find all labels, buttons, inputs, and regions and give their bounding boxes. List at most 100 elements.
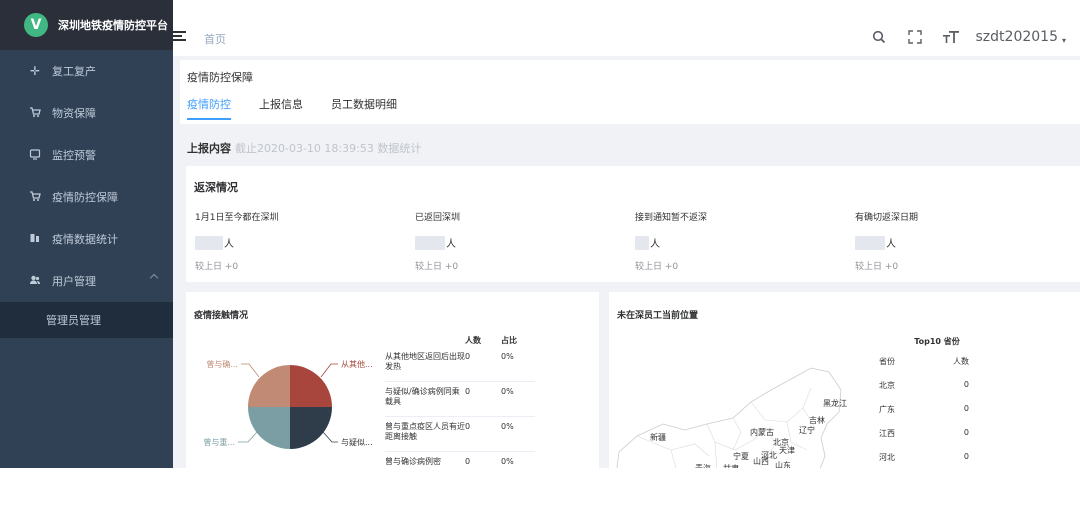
sidebar-logo[interactable]: V 深圳地铁疫情防控平台: [0, 0, 173, 50]
table-row: 曾与重点疫区人员有近距离接触 0 0%: [385, 417, 535, 452]
card-title: 未在深员工当前位置: [617, 311, 699, 321]
sidebar-subitem-label: 管理员管理: [46, 314, 101, 327]
app-window: V 深圳地铁疫情防控平台 ✛ 复工复产 物资保障 监控预警 疫情防控保障 疫情数…: [0, 0, 1080, 468]
sidebar-subitem-admin-management[interactable]: 管理员管理: [0, 302, 173, 338]
table-row: 江西 0: [879, 428, 969, 452]
chevron-up-icon: [149, 273, 159, 283]
row-count: 0: [465, 387, 471, 396]
cart-icon: [28, 106, 42, 121]
caret-down-icon: ▾: [1061, 36, 1066, 45]
vue-logo-icon: V: [24, 13, 48, 37]
map-label-gansu: 甘肃: [723, 463, 739, 468]
pie-leader-3: [238, 431, 258, 443]
pie-leader-2: [322, 431, 338, 443]
row-count: 0: [963, 380, 969, 389]
report-timestamp: 截止2020-03-10 18:39:53 数据统计: [235, 142, 422, 155]
row-count: 0: [465, 352, 471, 361]
fullscreen-icon[interactable]: [906, 28, 924, 46]
stat-label: 接到通知暂不返深: [635, 213, 708, 223]
pie-leader-1: [320, 363, 338, 378]
breadcrumb-home[interactable]: 首页: [204, 33, 226, 46]
row-province: 北京: [879, 381, 895, 390]
sidebar-item-label: 用户管理: [52, 275, 96, 288]
map-label-neimenggu: 内蒙古: [750, 427, 774, 437]
stat-unit: 人: [650, 239, 660, 250]
username: szdt202015: [975, 29, 1058, 45]
sidebar-item-label: 物资保障: [52, 107, 96, 120]
employee-location-card: 未在深员工当前位置 黑龙江 吉林 辽宁 内蒙古 北京 天津 河北 新疆 宁夏 山…: [609, 292, 1080, 468]
monitor-icon: [28, 148, 42, 163]
return-status-card: 返深情况 1月1日至今都在深圳 人 较上日 +0 已返回深圳 人 较上日 +0 …: [186, 166, 1080, 282]
table-row: 河北 0: [879, 452, 969, 468]
map-label-jilin: 吉林: [809, 415, 825, 425]
tab-report-info[interactable]: 上报信息: [259, 96, 303, 118]
top10-title: Top10 省份: [914, 337, 960, 346]
sidebar-item-label: 监控预警: [52, 149, 96, 162]
report-label: 上报内容: [187, 142, 231, 155]
sidebar-item-monitoring[interactable]: 监控预警: [0, 134, 173, 176]
map-label-shandong: 山东: [775, 460, 791, 468]
tab-employee-details[interactable]: 员工数据明细: [331, 96, 397, 118]
cart-icon: [28, 190, 42, 205]
masked-value: [635, 236, 649, 250]
sidebar-item-supplies[interactable]: 物资保障: [0, 92, 173, 134]
stat-label: 1月1日至今都在深圳: [195, 213, 279, 223]
stat-unit: 人: [224, 239, 234, 250]
row-count: 0: [963, 404, 969, 413]
sidebar-item-statistics[interactable]: 疫情数据统计: [0, 218, 173, 260]
user-group-icon: [28, 274, 42, 289]
sidebar-item-resume-work[interactable]: ✛ 复工复产: [0, 50, 173, 92]
map-label-qinghai: 青海: [695, 463, 711, 468]
masked-value: [855, 236, 885, 250]
map-label-ningxia: 宁夏: [733, 451, 749, 461]
page-header-card: 疫情防控保障 疫情防控 上报信息 员工数据明细: [180, 60, 1080, 124]
row-ratio: 0%: [501, 387, 514, 396]
row-name: 曾与重点疫区人员有近距离接触: [385, 422, 465, 441]
stat-returned-to-shenzhen: 已返回深圳 人 较上日 +0: [415, 210, 625, 274]
pie-slice-3[interactable]: [248, 407, 290, 449]
user-dropdown[interactable]: szdt202015 ▾: [976, 29, 1066, 45]
sidebar-item-label: 疫情防控保障: [52, 191, 118, 204]
stat-confirmed-return-date: 有确切返深日期 人 较上日 +0: [855, 210, 1065, 274]
header-ratio: 占比: [501, 336, 517, 345]
row-ratio: 0%: [501, 457, 514, 466]
stat-compare: 较上日 +0: [415, 262, 459, 272]
search-icon[interactable]: [870, 28, 888, 46]
masked-value: [415, 236, 445, 250]
report-summary: 上报内容 截止2020-03-10 18:39:53 数据统计: [187, 140, 421, 156]
pie-label-1: 从其他...: [341, 359, 373, 369]
stat-compare: 较上日 +0: [855, 262, 899, 272]
sidebar-item-user-management[interactable]: 用户管理: [0, 260, 173, 302]
pie-label-4: 曾与确...: [206, 359, 238, 369]
app-title: 深圳地铁疫情防控平台: [58, 19, 168, 32]
contact-table: 人数 占比 从其他地区返回后出现发热 0 0% 与疑似/确诊病例同乘载具 0 0…: [385, 335, 535, 468]
pie-slice-2[interactable]: [290, 407, 332, 449]
map-label-heilongjiang: 黑龙江: [823, 398, 847, 408]
map-label-tianjin: 天津: [779, 445, 795, 455]
sidebar-item-epidemic-support[interactable]: 疫情防控保障: [0, 176, 173, 218]
hamburger-menu-icon[interactable]: [173, 31, 186, 42]
map-label-liaoning: 辽宁: [799, 425, 815, 435]
stat-label: 有确切返深日期: [855, 213, 919, 223]
row-province: 河北: [879, 453, 895, 462]
row-name: 曾与确诊病例密: [385, 457, 441, 466]
breadcrumb[interactable]: 首页: [204, 31, 226, 47]
main-content: 疫情防控保障 疫情防控 上报信息 员工数据明细 上报内容 截止2020-03-10…: [173, 56, 1080, 468]
card-title: 返深情况: [194, 181, 238, 194]
table-row: 曾与确诊病例密 0 0%: [385, 452, 535, 468]
chart-icon: [28, 232, 42, 247]
top10-header: 省份 人数: [879, 356, 969, 380]
map-label-xinjiang: 新疆: [650, 432, 666, 442]
font-size-icon[interactable]: [942, 28, 960, 46]
header-count: 人数: [465, 336, 481, 345]
china-map[interactable]: 黑龙江 吉林 辽宁 内蒙古 北京 天津 河北 新疆 宁夏 山西 山东 青海 甘肃: [615, 332, 865, 468]
page-title: 疫情防控保障: [187, 71, 253, 84]
map-outline: [616, 367, 842, 468]
stat-unit: 人: [886, 239, 896, 250]
row-name: 与疑似/确诊病例同乘载具: [385, 387, 460, 406]
table-row: 北京 0: [879, 380, 969, 404]
tab-epidemic-control[interactable]: 疫情防控: [187, 96, 231, 120]
navbar-actions: szdt202015 ▾: [852, 28, 1066, 46]
card-title: 疫情接触情况: [194, 311, 249, 321]
row-ratio: 0%: [501, 352, 514, 361]
